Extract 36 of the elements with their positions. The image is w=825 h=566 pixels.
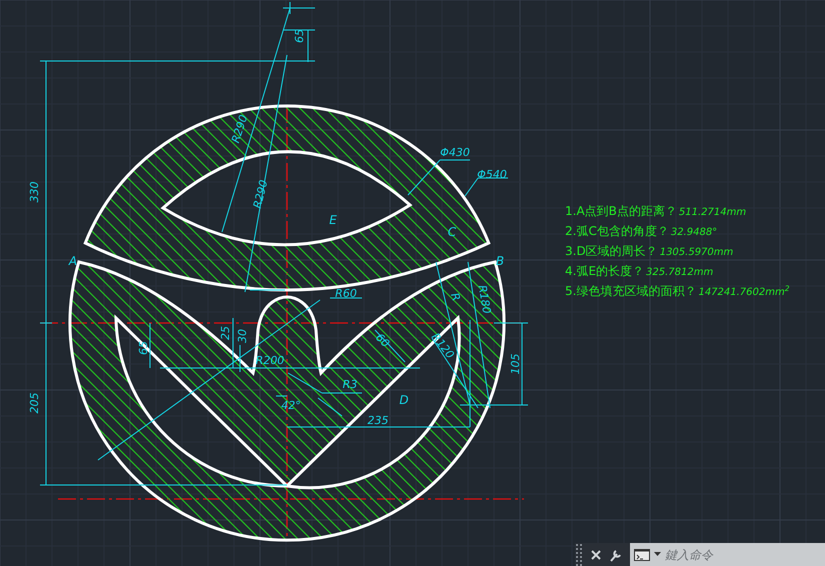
command-bar-grip[interactable] xyxy=(575,543,583,566)
question-text: 5.绿色填充区域的面积？ xyxy=(565,283,696,300)
wrench-icon[interactable] xyxy=(609,548,622,562)
dimension-label: R290 xyxy=(229,113,250,145)
answer-text: 32.9488° xyxy=(670,226,718,240)
answer-text: 1305.5970mm xyxy=(660,246,734,260)
dimension-label: 235 xyxy=(368,414,388,427)
dimension-label: 60 xyxy=(372,330,392,350)
question-text: 2.弧C包含的角度？ xyxy=(565,223,669,240)
point-label: B xyxy=(496,254,504,268)
dimension-label: R60 xyxy=(335,287,357,300)
dimension-label: 30 xyxy=(236,329,249,343)
dimension-label: 25 xyxy=(219,326,232,340)
point-label: E xyxy=(329,213,337,227)
caret-icon[interactable] xyxy=(654,552,661,557)
command-input[interactable]: 鍵入命令 xyxy=(630,543,825,566)
dimension-label: 65 xyxy=(293,29,306,43)
dimension-label: 65 xyxy=(137,341,150,355)
dimension-label: 330 xyxy=(28,182,41,202)
answer-text: 325.7812mm xyxy=(646,266,714,280)
question-text: 4.弧E的长度？ xyxy=(565,263,644,280)
answer-text: 511.2714mm xyxy=(678,206,746,220)
point-label: D xyxy=(399,393,409,407)
dimension-label: R180 xyxy=(476,284,494,315)
command-field[interactable]: 鍵入命令 xyxy=(665,546,821,564)
question-text: 3.D区域的周长？ xyxy=(565,243,658,260)
answer-text: 147241.7602mm$^{2}$ xyxy=(698,285,790,300)
dimension-label: 105 xyxy=(509,354,522,374)
dimension-label: Φ430 xyxy=(440,146,470,159)
terminal-icon[interactable] xyxy=(634,548,650,560)
question-text: 1.A点到B点的距离？ xyxy=(565,203,677,220)
dimension-label: R290 xyxy=(250,178,270,210)
point-label: A xyxy=(68,254,78,268)
dimension-label: R xyxy=(448,291,463,303)
dimension-label: 205 xyxy=(28,392,41,414)
close-icon[interactable] xyxy=(591,550,601,560)
